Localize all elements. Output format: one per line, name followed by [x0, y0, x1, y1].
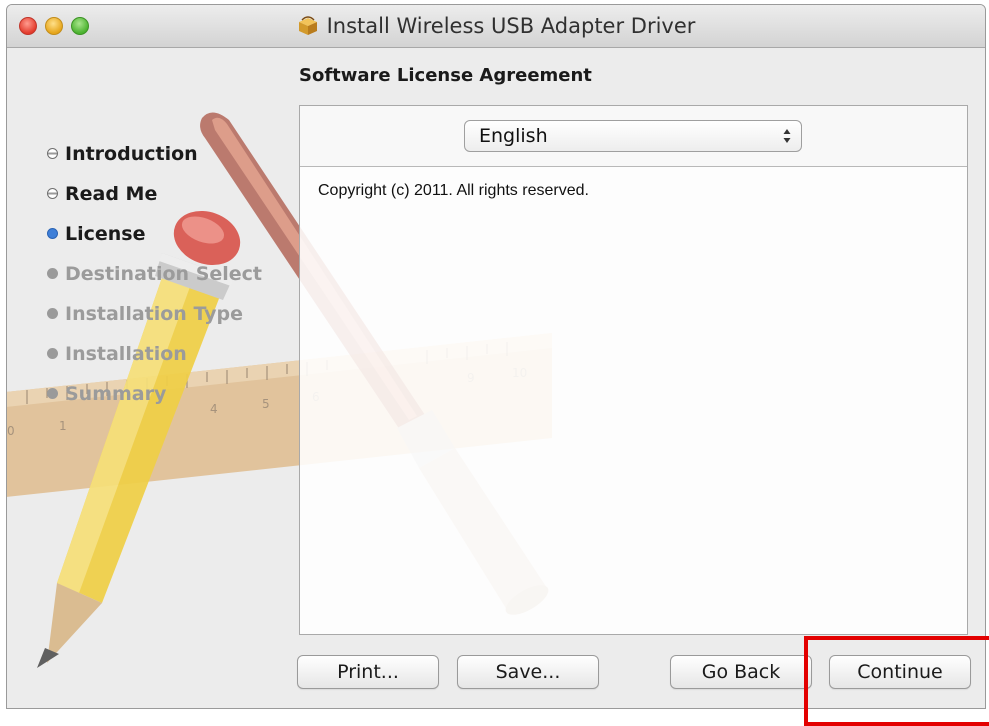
step-label: Summary [65, 383, 167, 405]
ruler-number: 1 [59, 419, 67, 433]
step-destination-select: Destination Select [47, 259, 262, 299]
step-installation: Installation [47, 339, 262, 379]
step-label: Destination Select [65, 263, 263, 285]
step-pending-icon [47, 268, 58, 279]
print-button[interactable]: Print... [297, 655, 439, 689]
ruler-number: 5 [262, 397, 270, 411]
language-bar: English [300, 106, 967, 167]
step-done-icon [47, 188, 58, 199]
license-text[interactable]: Copyright (c) 2011. All rights reserved. [318, 182, 589, 200]
go-back-button[interactable]: Go Back [670, 655, 812, 689]
step-pending-icon [47, 388, 58, 399]
step-label: License [65, 223, 146, 245]
language-select-value: English [479, 125, 548, 147]
step-summary: Summary [47, 379, 262, 419]
step-current-icon [47, 228, 58, 239]
installer-steps: Introduction Read Me License Destination… [47, 139, 262, 419]
save-button[interactable]: Save... [457, 655, 599, 689]
continue-highlight-box [804, 636, 989, 726]
installer-window: Install Wireless USB Adapter Driver Soft… [6, 4, 986, 709]
step-pending-icon [47, 308, 58, 319]
ruler-number: 0 [7, 424, 15, 438]
step-pending-icon [47, 348, 58, 359]
license-panel: English Copyright (c) 2011. All rights r… [299, 105, 968, 635]
step-label: Installation Type [65, 303, 244, 325]
step-introduction: Introduction [47, 139, 262, 179]
language-select[interactable]: English [464, 120, 802, 152]
package-installer-icon [298, 16, 317, 35]
step-done-icon [47, 148, 58, 159]
step-installation-type: Installation Type [47, 299, 262, 339]
title-bar[interactable]: Install Wireless USB Adapter Driver [7, 5, 985, 48]
step-label: Read Me [65, 183, 158, 205]
window-title-wrap: Install Wireless USB Adapter Driver [7, 5, 985, 47]
step-label: Introduction [65, 143, 198, 165]
chevron-up-down-icon [783, 129, 791, 143]
step-read-me: Read Me [47, 179, 262, 219]
step-license: License [47, 219, 262, 259]
step-label: Installation [65, 343, 187, 365]
window-title: Install Wireless USB Adapter Driver [326, 14, 696, 38]
